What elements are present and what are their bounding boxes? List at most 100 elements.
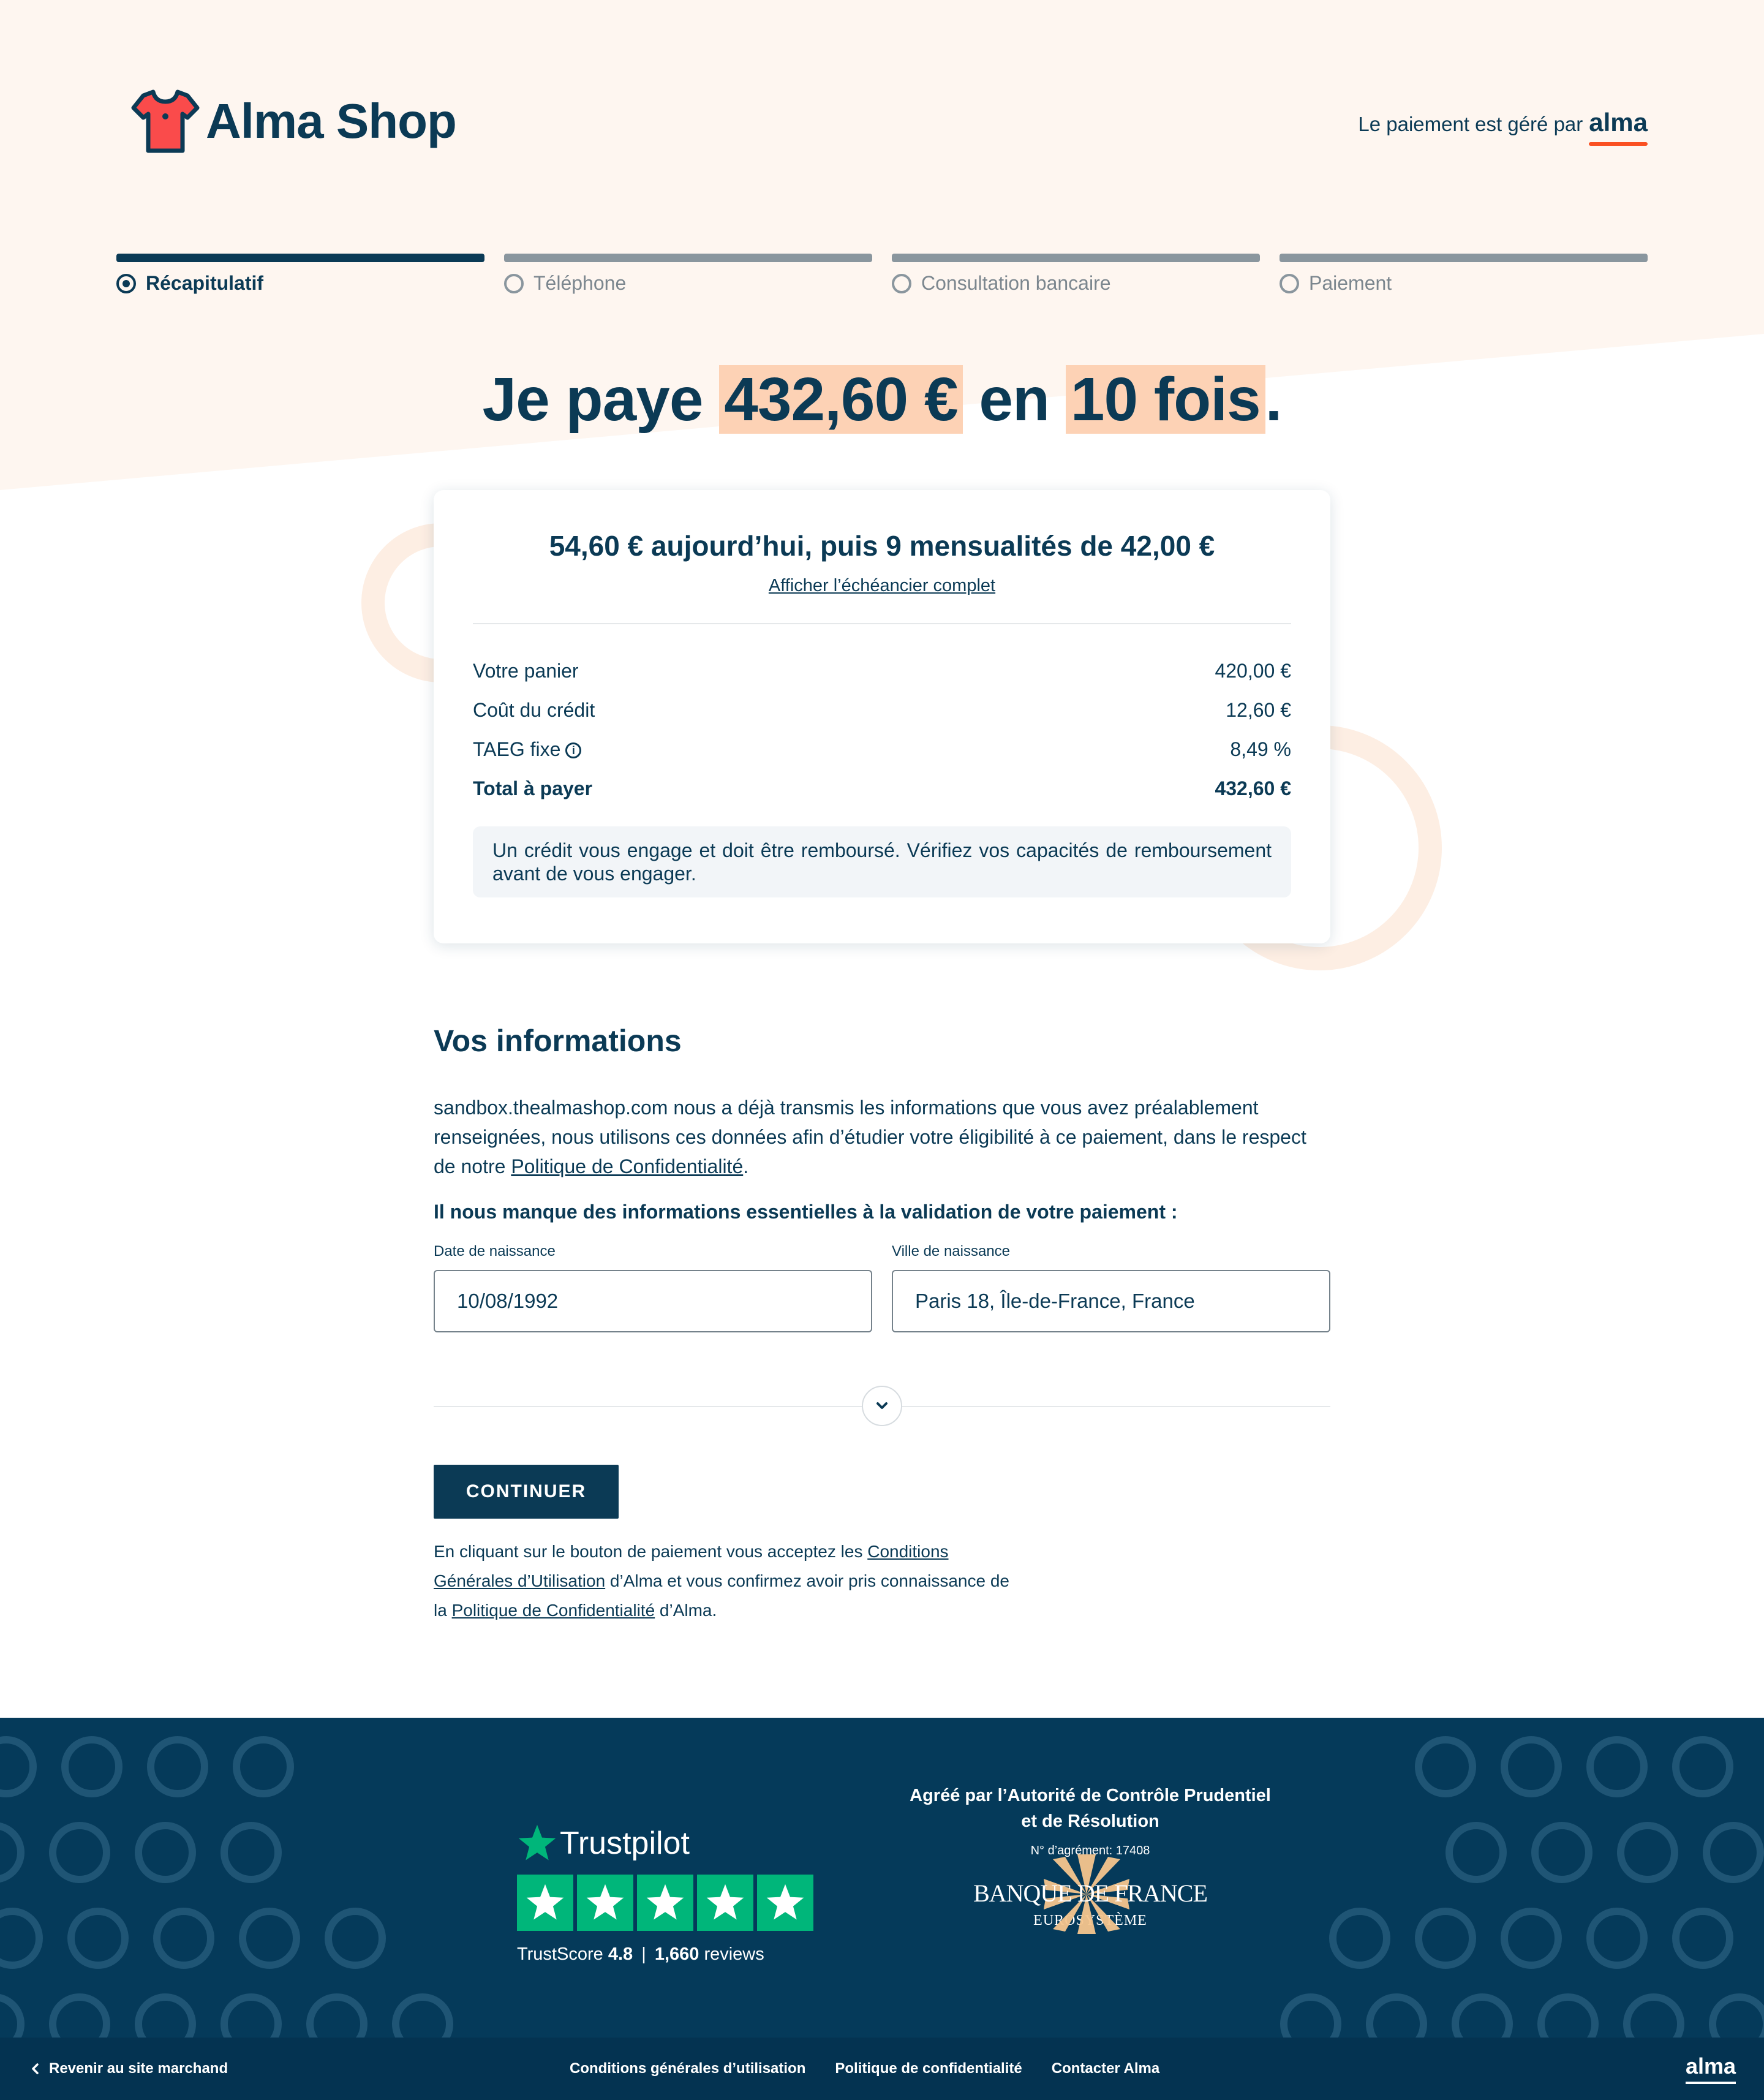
acpr-accreditation: Agréé par l’Autorité de Contrôle Prudent…: [907, 1783, 1274, 1934]
decorative-ring: [147, 1736, 208, 1797]
row-value: 432,60 €: [1215, 777, 1291, 799]
header: Alma Shop Le paiement est géré par alma: [0, 0, 1764, 196]
chevron-left-icon: [32, 2063, 39, 2074]
decorative-ring: [1531, 1822, 1593, 1883]
continue-button[interactable]: CONTINUER: [434, 1465, 619, 1519]
footer-link-contact[interactable]: Contacter Alma: [1052, 2060, 1159, 2077]
step-radio-icon: [116, 273, 136, 293]
payment-managed-by: Le paiement est géré par alma: [1358, 108, 1648, 146]
step-radio-icon: [892, 273, 911, 293]
decorative-ring: [1329, 1908, 1390, 1969]
decorative-ring: [0, 1908, 43, 1969]
step-label: Paiement: [1309, 272, 1392, 294]
legal-text: En cliquant sur le bouton de paiement vo…: [434, 1542, 863, 1561]
progress-steps: Récapitulatif Téléphone Consultation ban…: [116, 254, 1648, 295]
birth-date-input[interactable]: 10/08/1992: [434, 1270, 872, 1332]
info-icon[interactable]: i: [565, 742, 582, 759]
footer-links: Conditions générales d’utilisation Polit…: [570, 2060, 1159, 2077]
row-label: TAEG fixe: [473, 738, 561, 760]
decorative-ring: [1586, 1908, 1648, 1969]
info-paragraph: sandbox.thealmashop.com nous a déjà tran…: [434, 1093, 1330, 1181]
decorative-ring: [1446, 1822, 1507, 1883]
trustpilot-widget[interactable]: Trustpilot TrustScore 4.8 | 1,660 review…: [517, 1823, 813, 1965]
trustpilot-brand: Trustpilot: [560, 1826, 690, 1861]
brand-logo[interactable]: Alma Shop: [130, 86, 457, 157]
chevron-down-icon: [876, 1402, 888, 1409]
decorative-ring: [0, 1736, 37, 1797]
step-telephone: Téléphone: [504, 254, 872, 295]
trustpilot-star-icon: [757, 1875, 813, 1931]
privacy-policy-link[interactable]: Politique de Confidentialité: [511, 1155, 743, 1177]
decorative-ring: [0, 1822, 24, 1883]
row-value: 420,00 €: [1215, 659, 1291, 682]
step-label: Récapitulatif: [146, 272, 264, 294]
title-installments: 10 fois: [1065, 365, 1265, 434]
missing-info-notice: Il nous manque des informations essentie…: [434, 1201, 1178, 1223]
installment-headline: 54,60 € aujourd’hui, puis 9 mensualités …: [549, 530, 1215, 562]
step-recapitulatif: Récapitulatif: [116, 254, 484, 295]
title-amount: 432,60 €: [719, 365, 963, 434]
decorative-ring: [1672, 1908, 1733, 1969]
row-label: Coût du crédit: [473, 698, 595, 721]
trustpilot-star-icon: [697, 1875, 753, 1931]
banque-de-france-logo: BANQUE DE FRANCE EUROSYSTÈME: [907, 1854, 1274, 1934]
managed-text: Le paiement est géré par: [1358, 113, 1583, 135]
summary-row-cart: Votre panier 420,00 €: [473, 651, 1291, 690]
title-suffix: .: [1265, 365, 1283, 434]
row-label: Total à payer: [473, 777, 593, 799]
birth-date-field: Date de naissance 10/08/1992: [434, 1243, 872, 1332]
row-label: Votre panier: [473, 659, 579, 682]
footer-link-privacy[interactable]: Politique de confidentialité: [835, 2060, 1022, 2077]
decorative-ring: [1586, 1736, 1648, 1797]
title-prefix: Je paye: [482, 365, 704, 434]
trustpilot-star-icon: [637, 1875, 693, 1931]
brand-name: Alma Shop: [206, 94, 457, 148]
field-label: Date de naissance: [434, 1243, 556, 1260]
decorative-ring: [1703, 1822, 1764, 1883]
step-consultation-bancaire: Consultation bancaire: [892, 254, 1260, 295]
decorative-ring: [1501, 1908, 1562, 1969]
step-label: Consultation bancaire: [921, 272, 1111, 294]
birth-city-input[interactable]: Paris 18, Île-de-France, France: [892, 1270, 1330, 1332]
title-middle: en: [979, 365, 1050, 434]
back-to-merchant-link[interactable]: Revenir au site marchand: [28, 2060, 228, 2077]
footer-alma-logo[interactable]: alma: [1685, 2053, 1736, 2084]
page-title: Je paye 432,60 € en 10 fois.: [0, 364, 1764, 435]
trustpilot-stars: [517, 1875, 813, 1931]
footer-bar: Revenir au site marchand Conditions géné…: [0, 2038, 1764, 2100]
summary-row-total: Total à payer 432,60 €: [473, 769, 1291, 808]
summary-row-credit-cost: Coût du crédit 12,60 €: [473, 690, 1291, 730]
legal-text: d’Alma.: [655, 1601, 717, 1620]
form-fields: Date de naissance 10/08/1992 Ville de na…: [434, 1243, 1330, 1332]
footer-link-cgu[interactable]: Conditions générales d’utilisation: [570, 2060, 805, 2077]
decorative-ring: [49, 1822, 110, 1883]
decorative-ring: [1672, 1736, 1733, 1797]
schedule-link[interactable]: Afficher l’échéancier complet: [473, 576, 1291, 596]
acpr-title: Agréé par l’Autorité de Contrôle Prudent…: [910, 1786, 1271, 1831]
legal-privacy-link[interactable]: Politique de Confidentialité: [452, 1601, 655, 1620]
decorative-ring: [153, 1908, 214, 1969]
decorative-ring: [67, 1908, 129, 1969]
step-bar: [892, 254, 1260, 262]
summary-row-taeg: TAEG fixe i 8,49 %: [473, 730, 1291, 769]
divider: [473, 623, 1291, 624]
decorative-ring: [1617, 1822, 1678, 1883]
step-paiement: Paiement: [1280, 254, 1648, 295]
step-radio-icon: [1280, 273, 1299, 293]
section-heading: Vos informations: [434, 1024, 682, 1058]
birth-city-field: Ville de naissance Paris 18, Île-de-Fran…: [892, 1243, 1330, 1332]
expand-divider: [434, 1386, 1330, 1426]
expand-button[interactable]: [862, 1386, 902, 1426]
trustpilot-score: TrustScore 4.8 | 1,660 reviews: [517, 1944, 764, 1964]
decorative-ring: [135, 1822, 196, 1883]
bdf-name: BANQUE DE FRANCE: [973, 1879, 1208, 1907]
decorative-ring: [1501, 1736, 1562, 1797]
info-section: Vos informations sandbox.thealmashop.com…: [434, 1023, 1330, 1625]
legal-notice: En cliquant sur le bouton de paiement vo…: [434, 1537, 1022, 1625]
step-bar: [1280, 254, 1648, 262]
trustpilot-star-icon: [517, 1875, 573, 1931]
field-label: Ville de naissance: [892, 1243, 1011, 1260]
decorative-ring: [1415, 1736, 1476, 1797]
row-value: 12,60 €: [1226, 698, 1291, 721]
decorative-ring: [239, 1908, 300, 1969]
